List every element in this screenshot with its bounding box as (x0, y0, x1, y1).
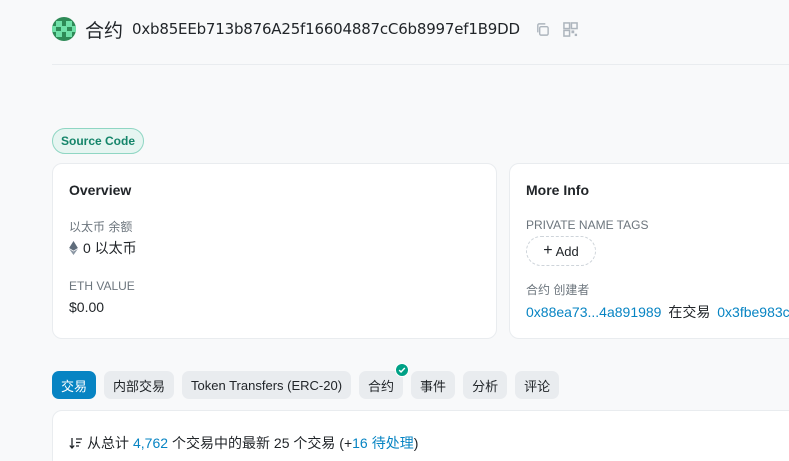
creator-tx-link[interactable]: 0x3fbe983c (717, 304, 789, 320)
sort-descending-icon[interactable] (69, 437, 83, 450)
tab-bar: 交易 内部交易 Token Transfers (ERC-20) 合约 事件 分… (52, 363, 567, 399)
add-button-label: Add (555, 243, 579, 259)
tx-summary-middle: 个交易中的最新 25 个交易 (+ (172, 435, 353, 451)
ethereum-icon (69, 241, 78, 255)
plus-icon: + (543, 242, 553, 259)
tab-transactions[interactable]: 交易 (52, 371, 97, 399)
page-title: 合约 (85, 20, 124, 42)
tx-pending-count[interactable]: 16 (352, 435, 368, 451)
tab-token-transfers[interactable]: Token Transfers (ERC-20) (182, 371, 352, 399)
overview-title: Overview (69, 182, 132, 198)
eth-balance-label: 以太币 余额 (69, 220, 133, 234)
tab-label: 内部交易 (113, 378, 166, 394)
private-name-tags-label: PRIVATE NAME TAGS (526, 218, 649, 232)
contract-address[interactable]: 0xb85EEb713b876A25f16604887cC6b8997ef1B9… (132, 20, 520, 38)
source-code-badge[interactable]: Source Code (52, 128, 145, 154)
contract-creator-label: 合约 创建者 (526, 283, 590, 297)
more-info-card: More Info PRIVATE NAME TAGS + Add 合约 创建者… (509, 163, 789, 339)
tab-label: 分析 (472, 378, 499, 394)
tab-contract[interactable]: 合约 (359, 363, 410, 399)
add-name-tag-button[interactable]: + Add (526, 236, 596, 266)
tab-label: 事件 (420, 378, 447, 394)
overview-card: Overview 以太币 余额 0 以太币 ETH VALUE $0.00 (52, 163, 497, 339)
eth-value-label: ETH VALUE (69, 279, 135, 293)
tx-summary-prefix: 从总计 (87, 435, 129, 451)
contract-creator-line: 0x88ea73...4a891989 在交易 0x3fbe983c (526, 302, 789, 322)
creator-in-tx-text: 在交易 (668, 304, 711, 320)
qr-code-icon[interactable] (562, 20, 580, 38)
transactions-summary: 从总计 4,762 个交易中的最新 25 个交易 (+ 16 待处理 ) (69, 433, 418, 453)
tab-label: 交易 (61, 378, 88, 394)
page-header: 合约 0xb85EEb713b876A25f16604887cC6b8997ef… (52, 14, 580, 44)
contract-avatar (52, 17, 76, 41)
eth-balance-text: 0 以太币 (83, 240, 137, 256)
tx-pending-label[interactable]: 待处理 (372, 433, 414, 453)
tab-label: 评论 (524, 378, 551, 394)
tab-label: Token Transfers (ERC-20) (191, 377, 343, 393)
eth-balance-value: 0 以太币 (69, 238, 137, 258)
transactions-card: 从总计 4,762 个交易中的最新 25 个交易 (+ 16 待处理 ) (52, 410, 789, 461)
verified-check-icon (395, 363, 410, 377)
tab-label: 合约 (368, 378, 395, 394)
tx-summary-suffix: ) (413, 435, 419, 451)
header-divider (52, 64, 789, 65)
copy-icon[interactable] (534, 20, 552, 38)
source-code-badge-label: Source Code (61, 134, 136, 148)
tab-analytics[interactable]: 分析 (463, 371, 508, 399)
creator-address-link[interactable]: 0x88ea73...4a891989 (526, 304, 661, 320)
tab-events[interactable]: 事件 (411, 371, 456, 399)
tx-total-link[interactable]: 4,762 (133, 435, 168, 451)
tab-internal-transactions[interactable]: 内部交易 (104, 371, 175, 399)
eth-value-value: $0.00 (69, 299, 105, 315)
tab-comments[interactable]: 评论 (515, 371, 560, 399)
more-info-title: More Info (526, 182, 589, 198)
